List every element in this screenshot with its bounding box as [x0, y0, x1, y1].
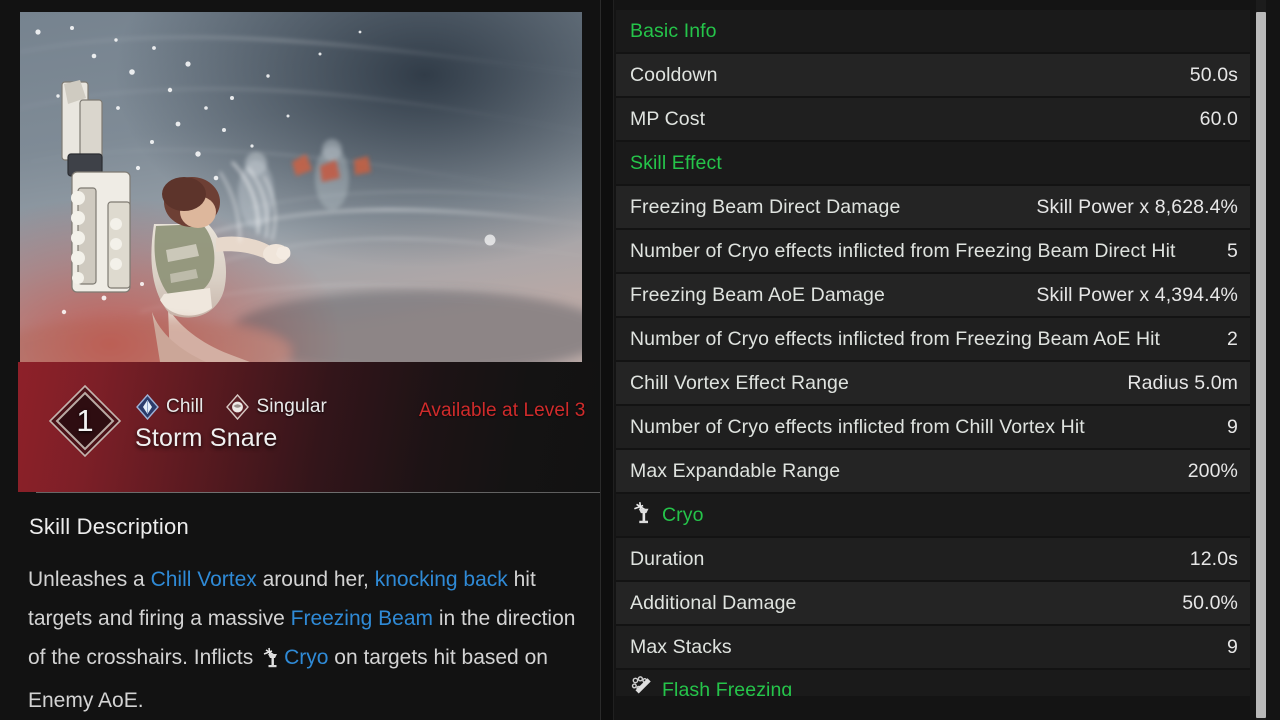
skill-availability: Available at Level 3: [419, 400, 586, 421]
skill-name: Storm Snare: [135, 424, 278, 452]
panel-divider: [600, 0, 614, 720]
skill-tag-chill-label: Chill: [166, 396, 204, 417]
stats-row: MP Cost 60.0: [616, 98, 1250, 142]
stats-row-value: Skill Power x 8,628.4%: [1036, 195, 1238, 218]
stats-row-label: Chill Vortex Effect Range: [630, 371, 849, 394]
stats-row: Additional Damage 50.0%: [616, 582, 1250, 626]
desc-keyword-freezing-beam: Freezing Beam: [290, 607, 434, 630]
skill-preview-image: [20, 12, 582, 362]
stats-row-value: Skill Power x 4,394.4%: [1036, 283, 1238, 306]
skill-level-badge: 1: [48, 384, 122, 458]
desc-part-0: Unleashes a: [28, 568, 151, 591]
stats-section-label: Basic Info: [630, 20, 717, 43]
stats-row-label: Freezing Beam Direct Damage: [630, 195, 901, 218]
stats-row: Max Stacks 9: [616, 626, 1250, 670]
flash-freezing-icon: [630, 675, 654, 696]
stats-row-label: Cooldown: [630, 63, 718, 86]
stats-section-title: Cryo: [662, 503, 704, 526]
cryo-icon: [260, 642, 282, 681]
desc-keyword-chill-vortex: Chill Vortex: [150, 568, 257, 591]
stats-section-label: Cryo: [630, 500, 704, 530]
stats-section-title: Skill Effect: [630, 151, 722, 174]
skill-overview-panel: 1 Chill Singular Storm Snare Available a…: [0, 0, 600, 720]
stats-row-value: 200%: [1187, 459, 1238, 482]
singular-diamond-icon: [226, 394, 250, 420]
stats-row-value: 5: [1227, 239, 1238, 262]
skill-description-title: Skill Description: [29, 514, 189, 539]
stats-row: Freezing Beam Direct Damage Skill Power x…: [616, 186, 1250, 230]
stats-row: Cooldown 50.0s: [616, 54, 1250, 98]
stats-row: Chill Vortex Effect Range Radius 5.0m: [616, 362, 1250, 406]
skill-tag-singular-label: Singular: [256, 396, 327, 417]
stats-row-value: 50.0%: [1182, 591, 1238, 614]
section-divider: [36, 492, 600, 493]
stats-row-value: 12.0s: [1189, 547, 1238, 570]
stats-row-value: 9: [1227, 415, 1238, 438]
skill-tag-chill: Chill: [136, 394, 203, 420]
stats-row: Freezing Beam AoE Damage Skill Power x 4,…: [616, 274, 1250, 318]
cryo-icon: [630, 500, 654, 530]
skill-description-body: Unleashes a Chill Vortex around her, kno…: [28, 560, 594, 720]
stats-row-label: Duration: [630, 547, 705, 570]
stats-row-value: 2: [1227, 327, 1238, 350]
stats-row-label: Freezing Beam AoE Damage: [630, 283, 885, 306]
desc-keyword-cryo: Cryo: [284, 646, 329, 669]
stats-row-label: Additional Damage: [630, 591, 797, 614]
skill-level-number: 1: [76, 403, 94, 438]
skill-tag-singular: Singular: [226, 394, 327, 420]
stats-row-label: Max Stacks: [630, 635, 732, 658]
stats-section-header: Cryo: [616, 494, 1250, 538]
stats-row-list: Basic Info Cooldown 50.0s MP Cost 60.0 Skill …: [616, 10, 1250, 696]
desc-keyword-knocking-back: knocking back: [374, 568, 508, 591]
stats-row-label: Number of Cryo effects inflicted from Fr…: [630, 327, 1161, 350]
skill-stats-panel: Basic Info Cooldown 50.0s MP Cost 60.0 Skill …: [614, 0, 1280, 720]
stats-row-value: 60.0: [1199, 107, 1238, 130]
skill-detail-screen: 1 Chill Singular Storm Snare Available a…: [0, 0, 1280, 720]
stats-row-value: 9: [1227, 635, 1238, 658]
stats-row: Number of Cryo effects inflicted from Ch…: [616, 406, 1250, 450]
stats-section-title: Flash Freezing: [662, 678, 793, 697]
stats-row: Duration 12.0s: [616, 538, 1250, 582]
stats-section-label: Skill Effect: [630, 152, 722, 175]
skill-tags: Chill Singular: [136, 394, 327, 420]
stats-row: Number of Cryo effects inflicted from Fr…: [616, 318, 1250, 362]
stats-section-header: Flash Freezing: [616, 670, 1250, 696]
stats-row-label: Number of Cryo effects inflicted from Ch…: [630, 415, 1085, 438]
stats-section-header: Skill Effect: [616, 142, 1250, 186]
stats-scrollbar-thumb[interactable]: [1256, 12, 1266, 718]
stats-row: Max Expandable Range 200%: [616, 450, 1250, 494]
stats-row-label: Number of Cryo effects inflicted from Fr…: [630, 239, 1176, 262]
skill-header-band: 1 Chill Singular Storm Snare Available a…: [18, 362, 600, 492]
stats-row: Number of Cryo effects inflicted from Fr…: [616, 230, 1250, 274]
stats-section-header: Basic Info: [616, 10, 1250, 54]
stats-section-title: Basic Info: [630, 19, 717, 42]
stats-section-label: Flash Freezing: [630, 675, 792, 696]
stats-row-label: MP Cost: [630, 107, 706, 130]
chill-diamond-icon: [136, 394, 159, 420]
preview-artwork: [20, 12, 582, 362]
desc-part-2: around her,: [256, 568, 375, 591]
stats-row-label: Max Expandable Range: [630, 459, 841, 482]
stats-row-value: Radius 5.0m: [1127, 371, 1238, 394]
stats-row-value: 50.0s: [1189, 63, 1238, 86]
